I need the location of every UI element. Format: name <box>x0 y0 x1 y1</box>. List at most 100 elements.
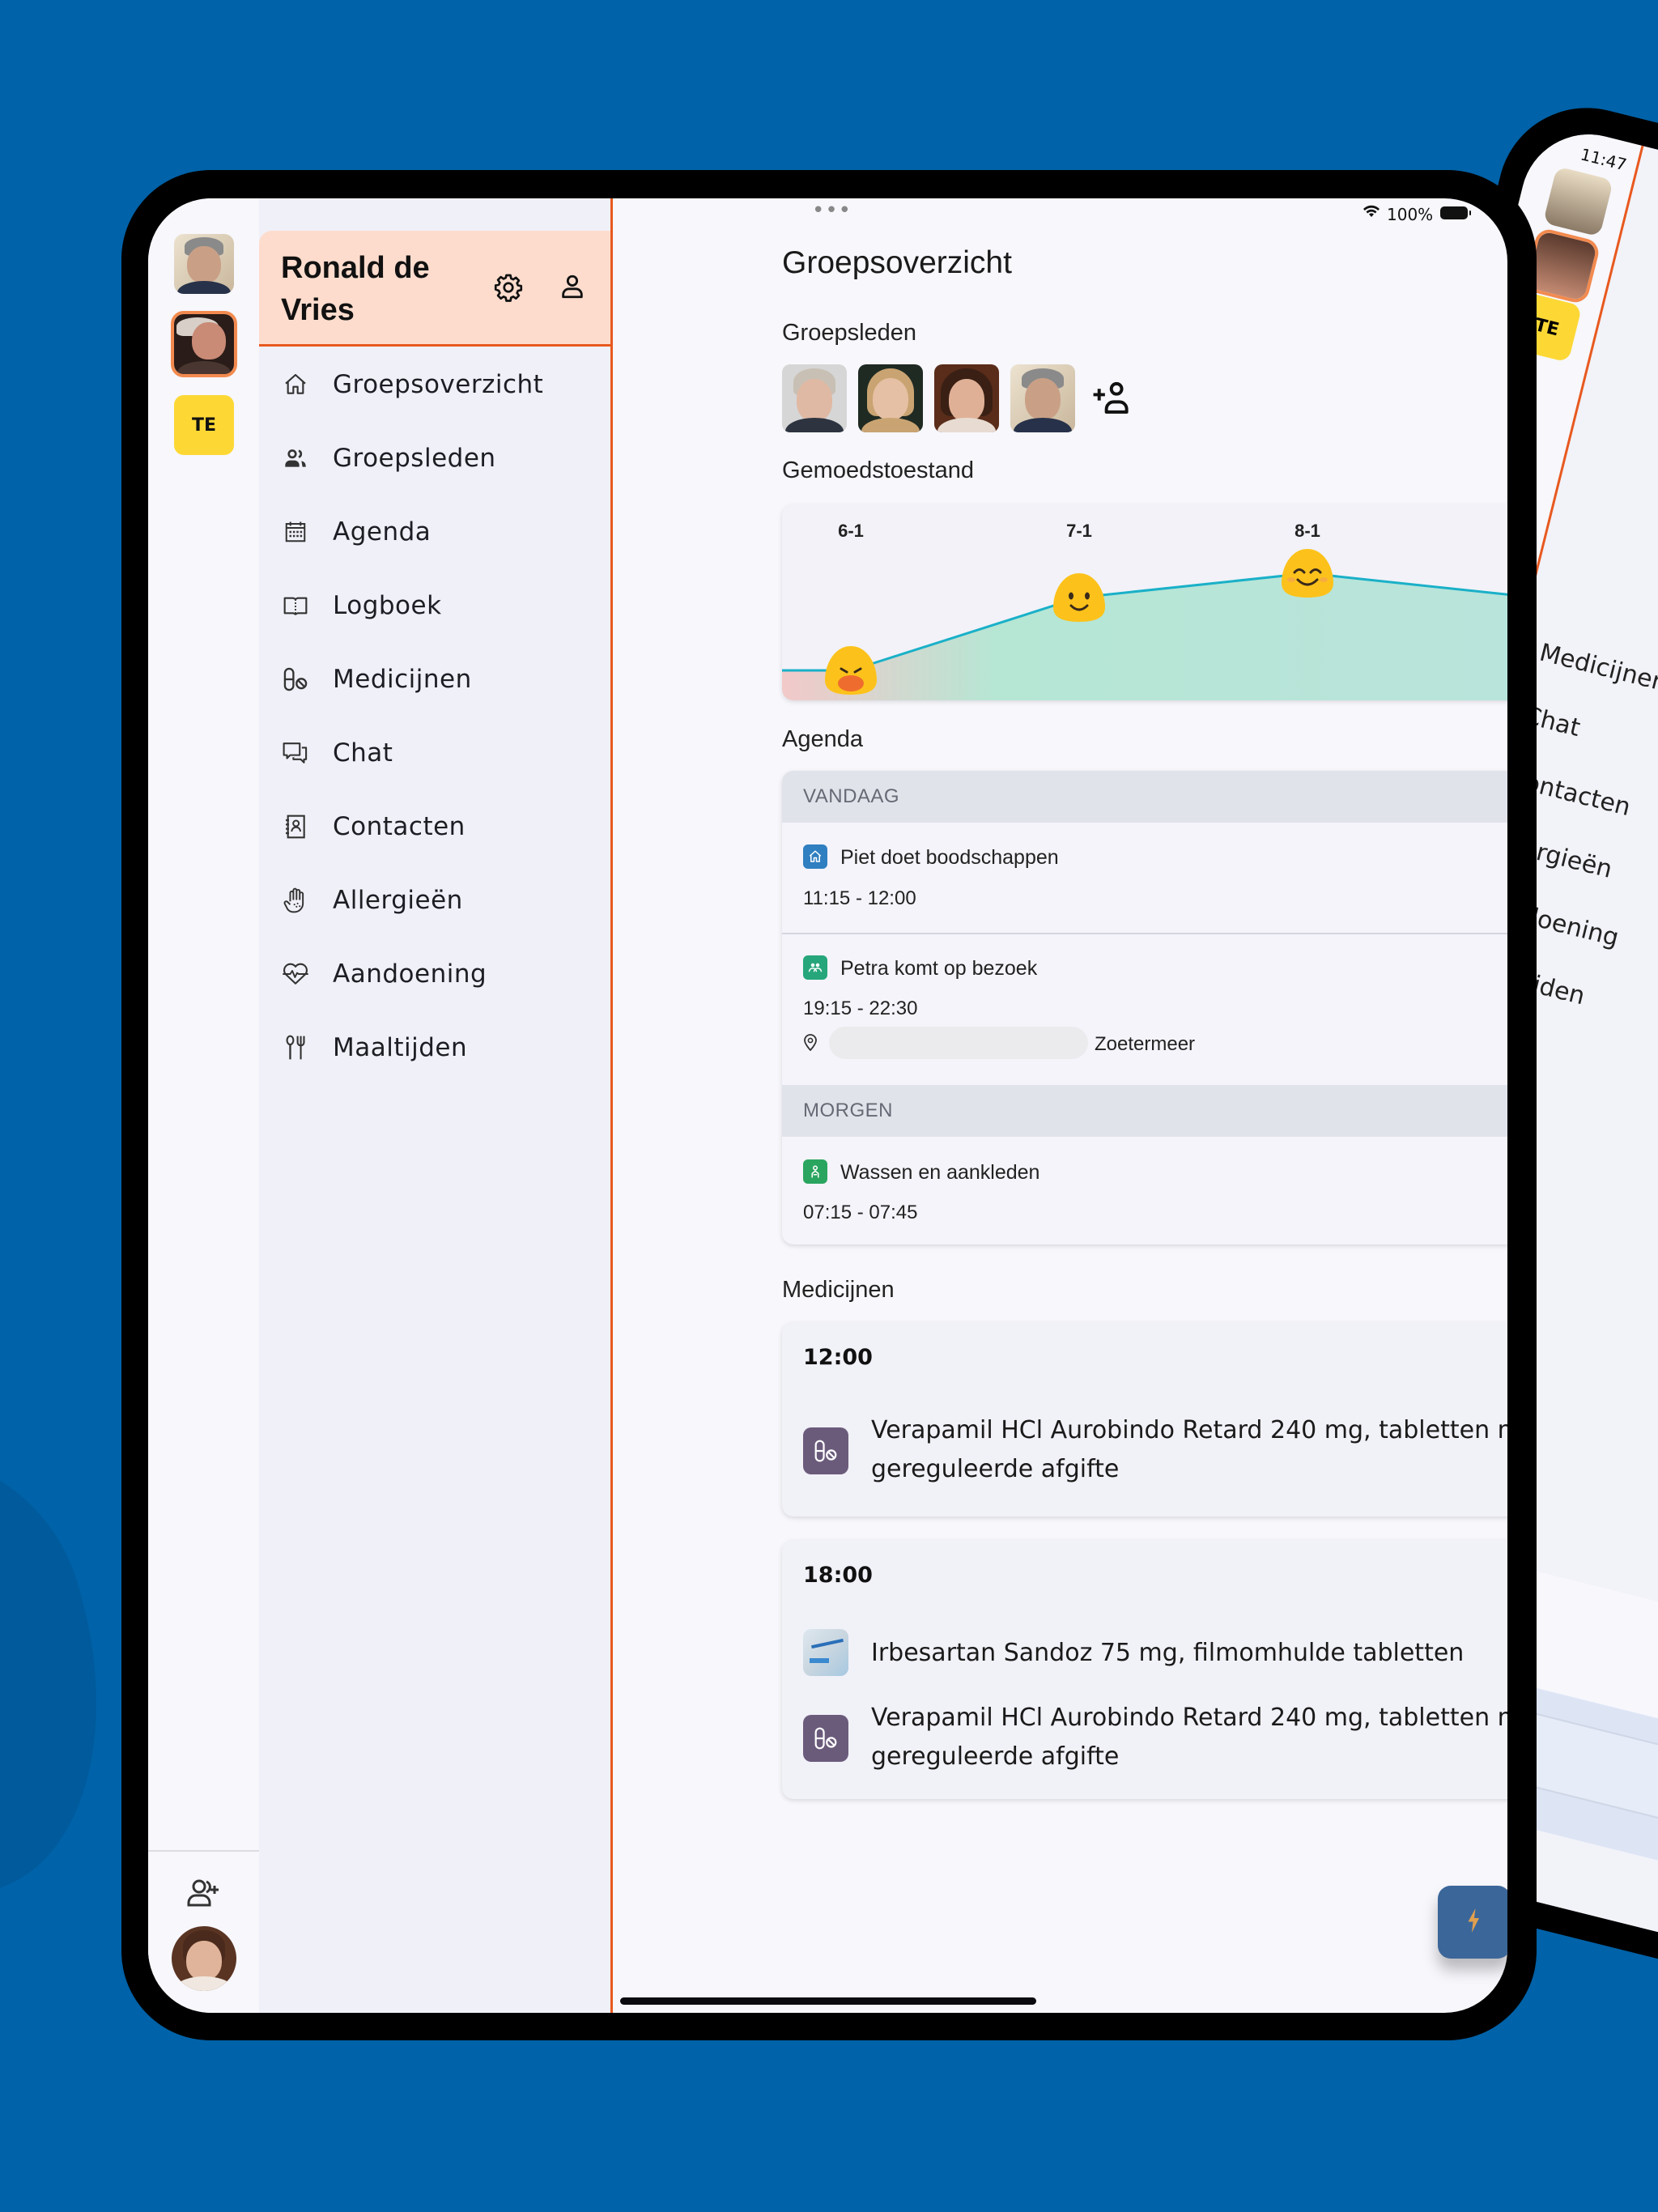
sidebar-item-contacten[interactable]: Contacten <box>259 798 610 855</box>
agenda-event[interactable]: Petra komt op bezoek 19:15 - 22:30 Zoete… <box>782 934 1507 1085</box>
medicine-item[interactable]: Irbesartan Sandoz 75 mg, filmomhulde tab… <box>803 1627 1507 1679</box>
group-icon <box>281 444 310 473</box>
pill-icon <box>281 665 310 694</box>
agenda-event[interactable]: Wassen en aankleden 07:15 - 07:45 <box>782 1137 1507 1244</box>
redacted-address <box>829 1027 1088 1059</box>
quick-action-button[interactable] <box>1438 1886 1507 1959</box>
medicine-slot-time: 12:00 <box>803 1345 873 1370</box>
lightning-icon <box>1467 1908 1482 1936</box>
agenda-day-label: MORGEN <box>803 1100 893 1121</box>
mood-chart-svg: 6-17-18-19-1 <box>782 521 1507 700</box>
mood-area <box>782 573 1507 700</box>
book-icon <box>281 591 310 620</box>
tablet-screen: 11:47 Do 9 jan ••• 100% TE <box>148 198 1507 2013</box>
sidebar-item-label: Medicijnen <box>333 665 472 694</box>
agenda-event[interactable]: Piet doet boodschappen 11:15 - 12:00 <box>782 823 1507 933</box>
sidebar-item-label: Aandoening <box>333 959 487 989</box>
care-icon <box>803 1159 827 1184</box>
pill-icon <box>803 1715 848 1762</box>
sidebar-item-medicijnen[interactable]: Medicijnen <box>259 651 610 708</box>
cutlery-icon <box>281 1033 310 1062</box>
sidebar-item-label: Chat <box>333 738 393 768</box>
sidebar-item-agenda[interactable]: Agenda <box>259 504 610 560</box>
medicine-name: Irbesartan Sandoz 75 mg, filmomhulde tab… <box>871 1639 1465 1667</box>
sidebar-item-logboek[interactable]: Logboek <box>259 577 610 634</box>
pill-icon <box>803 1427 848 1474</box>
medicine-name: Verapamil HCl Aurobindo Retard 240 mg, t… <box>871 1704 1507 1771</box>
sidebar-item-label: Groepsoverzicht <box>333 370 544 399</box>
medicine-package-image <box>803 1629 848 1676</box>
medicine-item[interactable]: Verapamil HCl Aurobindo Retard 240 mg, t… <box>803 1699 1507 1780</box>
agenda-event-city: Zoetermeer <box>1095 1033 1196 1055</box>
team-badge[interactable]: TE <box>174 395 234 455</box>
mood-emoji-happy[interactable] <box>1282 549 1333 598</box>
visit-icon <box>803 955 827 980</box>
agenda-event-time: 07:15 - 07:45 <box>803 1202 918 1223</box>
mood-date-label: 6-1 <box>838 521 864 541</box>
chat-icon <box>281 738 310 768</box>
member-avatar[interactable] <box>1010 364 1075 432</box>
sidebar-item-label: Logboek <box>333 591 442 620</box>
sidebar-item-chat[interactable]: Chat <box>259 725 610 781</box>
client-name: Ronald de Vries <box>281 251 430 327</box>
hand-icon <box>281 886 310 915</box>
heart-pulse-icon <box>281 959 310 989</box>
mood-section-title: Gemoedstoestand <box>782 457 974 483</box>
member-avatar[interactable] <box>858 364 923 432</box>
agenda-event-time: 11:15 - 12:00 <box>803 887 916 909</box>
page-title: Groepsoverzicht <box>782 245 1012 280</box>
agenda-event-title: Petra komt op bezoek <box>840 957 1038 980</box>
secondary-nav-medicijnen: Medicijnen <box>1537 638 1658 698</box>
calendar-icon <box>281 517 310 547</box>
medicine-slot-card: 12:00 + Verapamil HCl Aurobindo Retard 2… <box>782 1322 1507 1516</box>
sidebar-item-label: Maaltijden <box>333 1033 468 1062</box>
agenda-card: VANDAAG Piet doet boodschappen 11:15 - 1… <box>782 771 1507 1244</box>
profile-rail: TE <box>148 198 259 2013</box>
person-icon[interactable] <box>559 273 586 300</box>
sidebar-item-maaltijden[interactable]: Maaltijden <box>259 1019 610 1076</box>
add-user-icon[interactable] <box>185 1878 221 1910</box>
profile-avatar-1[interactable] <box>174 234 234 294</box>
rail-divider <box>148 1850 259 1852</box>
sidebar-item-label: Groepsleden <box>333 444 496 473</box>
main-content: Groepsoverzicht ? Groepsleden Gemoedstoe… <box>613 198 1507 2013</box>
profile-avatar-ronald-active[interactable] <box>171 311 237 377</box>
member-avatar[interactable] <box>782 364 847 432</box>
sidebar: Ronald de Vries Groepsoverzicht Groepsle… <box>259 198 613 2013</box>
sidebar-item-label: Allergieën <box>333 886 463 915</box>
user-avatar[interactable] <box>172 1926 236 1991</box>
sidebar-item-allergieen[interactable]: Allergieën <box>259 872 610 929</box>
sidebar-item-groepsleden[interactable]: Groepsleden <box>259 430 610 487</box>
sidebar-item-groepsoverzicht[interactable]: Groepsoverzicht <box>259 356 610 413</box>
medicine-slot-card: 18:00 + Irbesartan Sandoz 75 mg, filmomh… <box>782 1540 1507 1799</box>
members-section-title: Groepsleden <box>782 320 917 346</box>
agenda-event-title: Wassen en aankleden <box>840 1161 1040 1184</box>
agenda-day-label: VANDAAG <box>803 785 900 807</box>
sidebar-item-label: Agenda <box>333 517 432 547</box>
location-pin-icon <box>803 1033 818 1052</box>
medicine-name: Verapamil HCl Aurobindo Retard 240 mg, t… <box>871 1416 1507 1483</box>
medicine-slot-time: 18:00 <box>803 1563 873 1588</box>
agenda-event-time: 19:15 - 22:30 <box>803 998 918 1019</box>
home-icon <box>281 370 310 399</box>
agenda-day-header: MORGEN <box>782 1085 1507 1137</box>
mood-chart: 6-17-18-19-1 <box>782 504 1507 700</box>
mood-date-label: 7-1 <box>1066 521 1092 541</box>
add-member-icon[interactable] <box>1090 380 1131 415</box>
agenda-section-title: Agenda <box>782 726 863 752</box>
member-avatar[interactable] <box>934 364 999 432</box>
sidebar-item-label: Contacten <box>333 812 466 841</box>
contacts-icon <box>281 812 310 841</box>
mood-date-label: 8-1 <box>1295 521 1320 541</box>
agenda-day-header: VANDAAG <box>782 771 1507 823</box>
mood-emoji-anxious[interactable] <box>825 646 877 695</box>
home-icon <box>803 844 827 869</box>
gear-icon[interactable] <box>494 273 523 302</box>
sidebar-item-aandoening[interactable]: Aandoening <box>259 946 610 1002</box>
medicines-section-title: Medicijnen <box>782 1277 895 1303</box>
sidebar-header: Ronald de Vries <box>259 231 610 347</box>
home-indicator[interactable] <box>620 1997 1036 2005</box>
mood-emoji-smile[interactable] <box>1053 573 1105 622</box>
medicine-item[interactable]: Verapamil HCl Aurobindo Retard 240 mg, t… <box>803 1411 1507 1492</box>
agenda-event-title: Piet doet boodschappen <box>840 846 1059 869</box>
